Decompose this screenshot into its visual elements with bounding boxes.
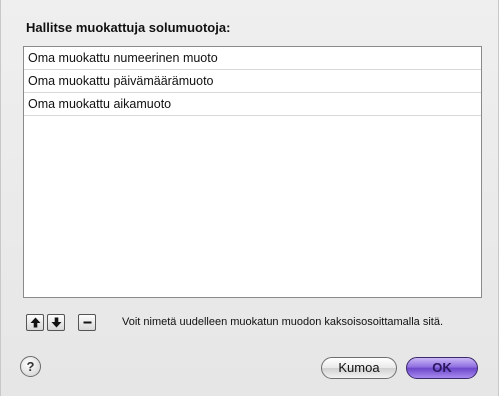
list-item[interactable]: Oma muokattu aikamuoto (24, 93, 481, 116)
move-down-button[interactable] (47, 314, 65, 331)
list-item[interactable]: Oma muokattu numeerinen muoto (24, 47, 481, 70)
help-icon: ? (26, 359, 35, 374)
ok-button[interactable]: OK (406, 357, 478, 379)
help-button[interactable]: ? (20, 356, 41, 377)
cancel-button[interactable]: Kumoa (321, 357, 397, 379)
remove-button[interactable] (78, 314, 96, 331)
minus-icon (83, 321, 91, 324)
dialog-heading: Hallitse muokattuja solumuotoja: (26, 20, 231, 35)
manage-custom-formats-dialog: Hallitse muokattuja solumuotoja: Oma muo… (0, 0, 499, 396)
move-up-button[interactable] (26, 314, 44, 331)
arrow-down-icon (51, 317, 61, 328)
rename-hint: Voit nimetä uudelleen muokatun muodon ka… (122, 316, 444, 328)
custom-formats-list[interactable]: Oma muokattu numeerinen muoto Oma muokat… (23, 46, 482, 298)
arrow-up-icon (30, 317, 40, 328)
list-item[interactable]: Oma muokattu päivämäärämuoto (24, 70, 481, 93)
